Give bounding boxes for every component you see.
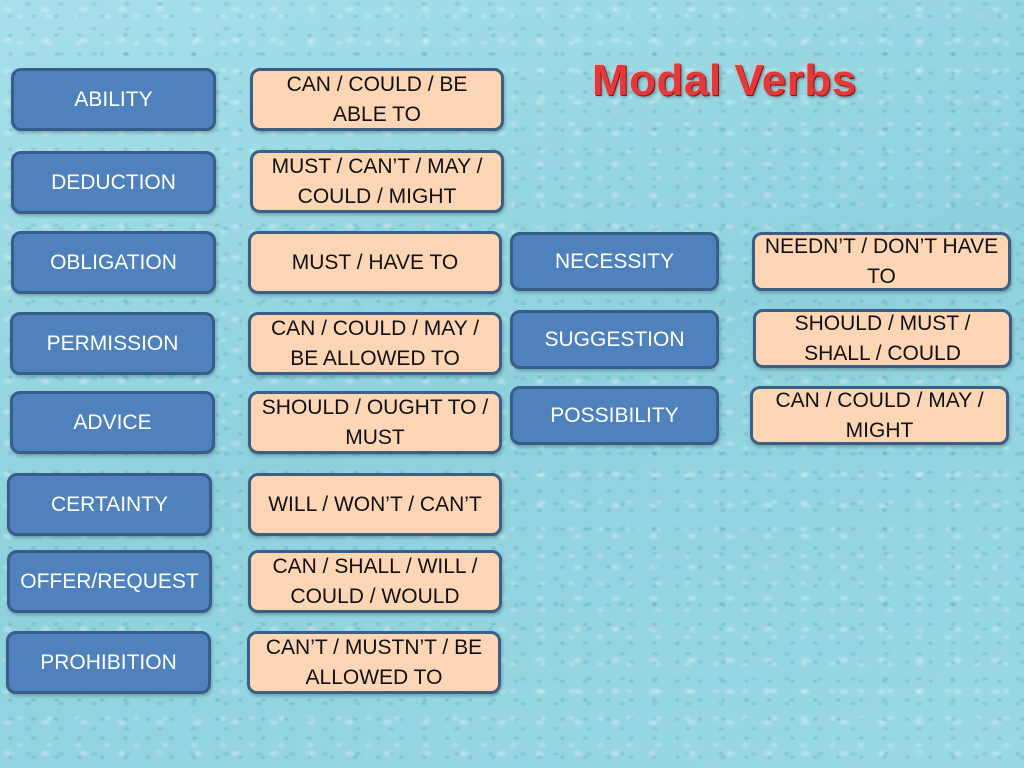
category-deduction: DEDUCTION xyxy=(11,151,216,214)
category-certainty: CERTAINTY xyxy=(7,473,212,536)
category-ability: ABILITY xyxy=(11,68,216,131)
category-permission: PERMISSION xyxy=(10,312,215,375)
verbs-ability: CAN / COULD / BE ABLE TO xyxy=(250,68,504,131)
verbs-advice: SHOULD / OUGHT TO / MUST xyxy=(248,391,502,454)
category-suggestion: SUGGESTION xyxy=(510,310,719,369)
category-offer-request: OFFER/REQUEST xyxy=(7,550,212,613)
verbs-offer-request: CAN / SHALL / WILL / COULD / WOULD xyxy=(248,550,502,613)
verbs-deduction: MUST / CAN’T / MAY / COULD / MIGHT xyxy=(250,150,504,213)
verbs-possibility: CAN / COULD / MAY / MIGHT xyxy=(750,386,1009,445)
verbs-suggestion: SHOULD / MUST / SHALL / COULD xyxy=(753,309,1012,368)
category-advice: ADVICE xyxy=(10,391,215,454)
category-possibility: POSSIBILITY xyxy=(510,386,719,445)
verbs-prohibition: CAN’T / MUSTN’T / BE ALLOWED TO xyxy=(247,631,501,694)
verbs-permission: CAN / COULD / MAY / BE ALLOWED TO xyxy=(248,312,502,375)
verbs-certainty: WILL / WON’T / CAN’T xyxy=(248,473,502,536)
category-prohibition: PROHIBITION xyxy=(6,631,211,694)
verbs-obligation: MUST / HAVE TO xyxy=(248,231,502,294)
verbs-necessity: NEEDN’T / DON’T HAVE TO xyxy=(752,232,1011,291)
category-obligation: OBLIGATION xyxy=(11,231,216,294)
title-modal-verbs: Modal Verbs xyxy=(592,56,857,105)
category-necessity: NECESSITY xyxy=(510,232,719,291)
